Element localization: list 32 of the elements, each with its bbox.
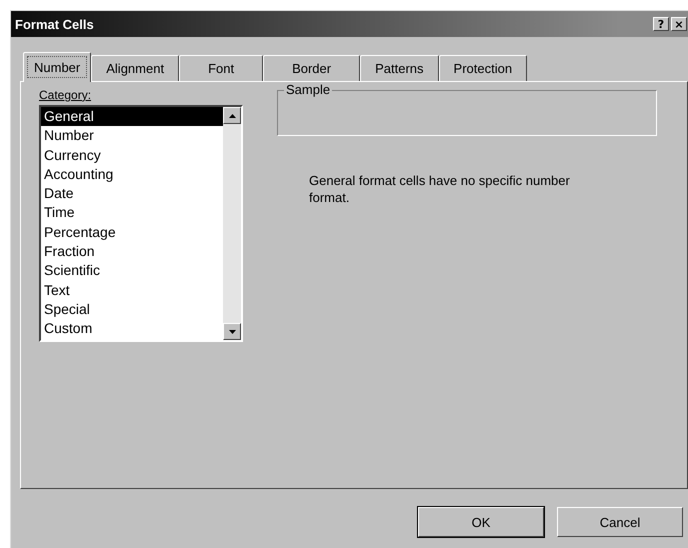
category-label: Category:: [39, 88, 92, 104]
close-button[interactable]: ×: [671, 17, 687, 31]
window-title: Format Cells: [15, 16, 94, 32]
list-item[interactable]: Accounting: [41, 164, 223, 184]
description-text: General format cells have no specific number format.: [309, 172, 571, 206]
ok-button[interactable]: OK: [418, 507, 544, 537]
group-label: Sample: [284, 82, 332, 97]
tab[interactable]: Border: [263, 55, 360, 81]
tab[interactable]: Alignment: [91, 55, 180, 81]
list-item[interactable]: Time: [41, 203, 223, 223]
scroll-down-button[interactable]: [223, 323, 241, 340]
scrollbar[interactable]: [223, 107, 241, 340]
list-item[interactable]: Number: [41, 126, 223, 146]
list-item[interactable]: Scientific: [41, 261, 223, 281]
up-arrow-icon: [228, 114, 236, 118]
down-arrow-icon: [228, 330, 236, 334]
scroll-up-button[interactable]: [223, 107, 241, 124]
list-item[interactable]: Currency: [41, 146, 223, 165]
cancel-button[interactable]: Cancel: [557, 507, 683, 537]
list-item[interactable]: General: [41, 107, 223, 126]
list-item[interactable]: Text: [41, 280, 223, 300]
list-item[interactable]: Custom: [41, 319, 223, 339]
list-item[interactable]: Date: [41, 184, 223, 204]
tab[interactable]: Protection: [438, 55, 528, 81]
tab[interactable]: Font: [179, 55, 264, 81]
list-item[interactable]: Special: [41, 300, 223, 320]
list-item[interactable]: Fraction: [41, 242, 223, 262]
help-button[interactable]: ?: [653, 17, 669, 31]
tab[interactable]: Number: [23, 52, 92, 82]
category-list[interactable]: General Number Currency Accounting Date Time Percentage Fraction Scientific Text Special Custom: [39, 105, 243, 342]
list-item[interactable]: Percentage: [41, 222, 223, 242]
tab[interactable]: Patterns: [360, 55, 439, 81]
